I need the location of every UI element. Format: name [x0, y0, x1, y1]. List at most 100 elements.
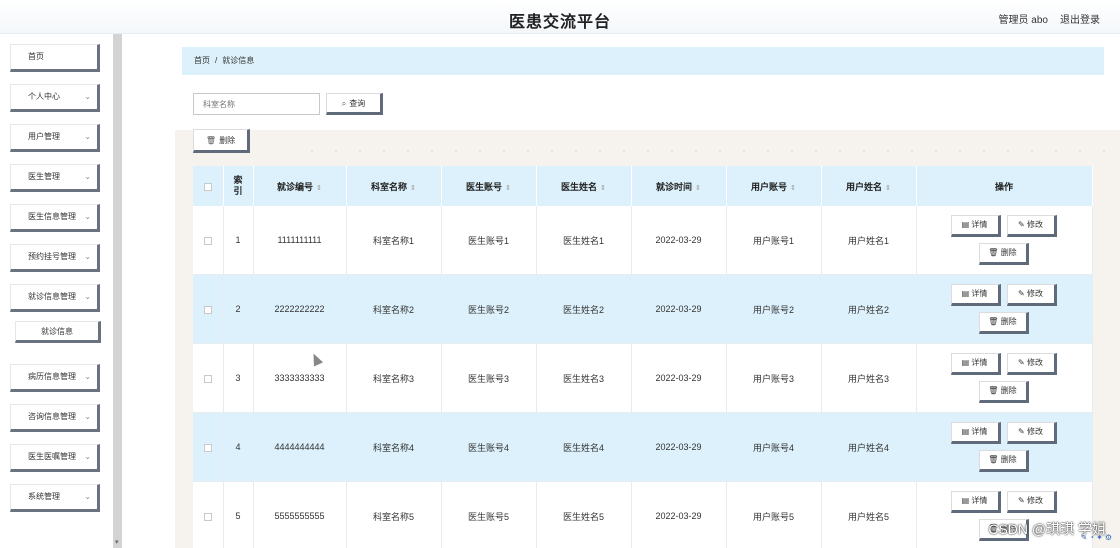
header-user-name[interactable]: 用户姓名 ⇕	[821, 166, 917, 206]
trash-icon: 🗑	[988, 317, 1001, 326]
cell-doctor-account: 医生账号3	[441, 343, 537, 413]
sort-icon[interactable]: ⇕	[885, 185, 891, 192]
sidebar-item[interactable]: 用户管理 ⌄	[10, 124, 100, 152]
select-all-checkbox[interactable]	[203, 182, 212, 191]
floating-toolbar-icon[interactable]: ✎◔✦⚙	[1081, 533, 1114, 542]
row-select-cell[interactable]	[193, 481, 224, 548]
header-doctor-name[interactable]: 医生姓名 ⇕	[536, 166, 632, 206]
header-label: 操作	[994, 181, 1013, 192]
row-select-cell[interactable]	[193, 343, 224, 413]
row-checkbox[interactable]	[203, 512, 212, 521]
trash-icon: 🗑	[988, 455, 1001, 464]
edit-label: 修改	[1026, 220, 1043, 229]
cell-doctor-name: 医生姓名1	[536, 206, 632, 275]
header-label: 用户账号	[751, 181, 788, 192]
table-header-row: 索引 就诊编号 ⇕ 科室名称 ⇕ 医生账号 ⇕ 医生姓名 ⇕ 就诊时间 ⇕ 用户账号 ⇕ 用…	[193, 166, 1093, 206]
document-icon: ▤	[961, 427, 972, 436]
cell-user-name: 用户姓名1	[821, 206, 917, 275]
header-department[interactable]: 科室名称 ⇕	[346, 166, 442, 206]
delete-button[interactable]: 🗑 删除	[978, 312, 1029, 334]
sidebar-subitem-visit-info[interactable]: 就诊信息	[15, 321, 101, 343]
detail-button[interactable]: ▤ 详情	[950, 284, 1001, 306]
cell-index: 5	[223, 481, 254, 548]
header-index: 索引	[223, 166, 254, 206]
cell-doctor-name: 医生姓名4	[536, 412, 632, 482]
sidebar: 首页 个人中心 ⌄ 用户管理 ⌄ 医生管理 ⌄ 医生信息管理 ⌄ 预约挂号管理 ⌄ 就诊信息管理 ⌄ 病历…	[0, 34, 122, 548]
sidebar-item[interactable]: 就诊信息管理 ⌄	[10, 284, 100, 312]
select-all-cell[interactable]	[193, 166, 224, 206]
sort-icon[interactable]: ⇕	[505, 185, 511, 192]
row-select-cell[interactable]	[193, 206, 224, 275]
row-checkbox[interactable]	[203, 305, 212, 314]
chevron-down-icon: ⌄	[84, 492, 91, 501]
cell-doctor-name: 医生姓名3	[536, 343, 632, 413]
trash-icon: 🗑	[205, 136, 217, 145]
edit-label: 修改	[1026, 358, 1043, 367]
row-checkbox[interactable]	[203, 443, 212, 452]
cell-department: 科室名称3	[346, 343, 442, 413]
delete-button[interactable]: 🗑 删除	[978, 381, 1029, 403]
row-checkbox[interactable]	[203, 236, 212, 245]
header-doctor-account[interactable]: 医生账号 ⇕	[441, 166, 537, 206]
sidebar-item[interactable]: 预约挂号管理 ⌄	[10, 244, 100, 272]
delete-button[interactable]: 🗑 删除	[978, 243, 1029, 265]
cell-visit-no: 3333333333	[253, 343, 347, 413]
edit-button[interactable]: ✎ 修改	[1006, 284, 1057, 306]
header-user-account[interactable]: 用户账号 ⇕	[726, 166, 822, 206]
sidebar-item[interactable]: 首页	[10, 44, 100, 72]
edit-button[interactable]: ✎ 修改	[1006, 353, 1057, 375]
trash-icon: 🗑	[988, 386, 1001, 395]
chevron-down-icon: ⌄	[84, 372, 91, 381]
sidebar-scrollbar[interactable]	[113, 34, 122, 548]
department-search-input[interactable]	[193, 93, 320, 115]
cell-visit-no: 5555555555	[253, 481, 347, 548]
logout-link[interactable]: 退出登录	[1060, 11, 1100, 26]
sidebar-item-label: 病历信息管理	[28, 372, 76, 381]
chevron-down-icon: ⌄	[84, 132, 91, 141]
edit-button[interactable]: ✎ 修改	[1006, 422, 1057, 444]
detail-button[interactable]: ▤ 详情	[950, 422, 1001, 444]
table-row: 2 2222222222 科室名称2 医生账号2 医生姓名2 2022-03-29 用户账号…	[193, 274, 1093, 344]
pencil-icon: ✎	[1018, 220, 1027, 229]
row-checkbox[interactable]	[203, 374, 212, 383]
edit-button[interactable]: ✎ 修改	[1006, 215, 1057, 237]
cell-visit-time: 2022-03-29	[631, 274, 727, 344]
detail-button[interactable]: ▤ 详情	[950, 215, 1001, 237]
sort-icon[interactable]: ⇕	[410, 185, 416, 192]
sidebar-item[interactable]: 咨询信息管理 ⌄	[10, 404, 100, 432]
sidebar-item[interactable]: 系统管理 ⌄	[10, 484, 100, 512]
sort-icon[interactable]: ⇕	[316, 185, 322, 192]
cell-user-account: 用户账号1	[726, 206, 822, 275]
sidebar-item[interactable]: 医生信息管理 ⌄	[10, 204, 100, 232]
document-icon: ▤	[961, 358, 972, 367]
cell-doctor-account: 医生账号4	[441, 412, 537, 482]
header-label: 索引	[233, 175, 243, 196]
row-select-cell[interactable]	[193, 274, 224, 344]
batch-delete-button[interactable]: 🗑 删除	[193, 129, 250, 153]
sidebar-item[interactable]: 病历信息管理 ⌄	[10, 364, 100, 392]
cell-doctor-account: 医生账号5	[441, 481, 537, 548]
sidebar-item[interactable]: 医生医嘱管理 ⌄	[10, 444, 100, 472]
detail-button[interactable]: ▤ 详情	[950, 491, 1001, 513]
delete-button[interactable]: 🗑 删除	[978, 450, 1029, 472]
chevron-down-icon: ⌄	[84, 452, 91, 461]
sidebar-item[interactable]: 医生管理 ⌄	[10, 164, 100, 192]
sort-icon[interactable]: ⇕	[600, 185, 606, 192]
detail-button[interactable]: ▤ 详情	[950, 353, 1001, 375]
scroll-down-icon[interactable]: ▾	[115, 538, 119, 546]
sort-icon[interactable]: ⇕	[790, 185, 796, 192]
pencil-icon: ✎	[1018, 358, 1027, 367]
header-visit-no[interactable]: 就诊编号 ⇕	[253, 166, 347, 206]
sidebar-item-label: 医生医嘱管理	[28, 452, 76, 461]
cell-visit-no: 1111111111	[253, 206, 347, 275]
row-select-cell[interactable]	[193, 412, 224, 482]
header-visit-time[interactable]: 就诊时间 ⇕	[631, 166, 727, 206]
edit-button[interactable]: ✎ 修改	[1006, 491, 1057, 513]
sort-icon[interactable]: ⇕	[695, 185, 701, 192]
sidebar-item-label: 就诊信息管理	[28, 292, 76, 301]
search-button[interactable]: ⌕ 查询	[326, 93, 383, 115]
breadcrumb-home[interactable]: 首页	[194, 56, 210, 65]
document-icon: ▤	[961, 496, 972, 505]
top-bar: 医患交流平台 管理员 abo 退出登录	[0, 0, 1120, 34]
sidebar-item[interactable]: 个人中心 ⌄	[10, 84, 100, 112]
